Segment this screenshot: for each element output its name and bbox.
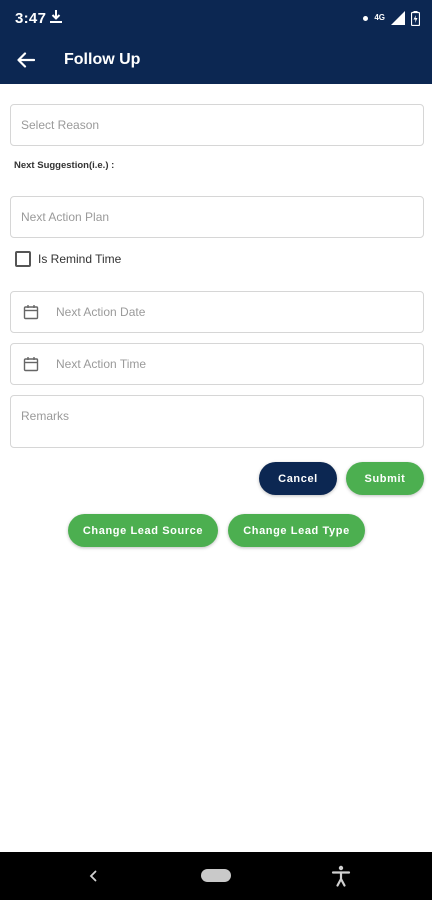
select-reason-dropdown[interactable]: Select Reason bbox=[10, 104, 424, 146]
calendar-icon bbox=[23, 305, 39, 320]
arrow-left-icon bbox=[17, 52, 35, 68]
status-time: 3:47 bbox=[15, 10, 47, 27]
remarks-placeholder: Remarks bbox=[21, 409, 70, 423]
submit-button[interactable]: Submit bbox=[346, 462, 424, 495]
chevron-left-icon[interactable] bbox=[86, 868, 100, 884]
next-action-plan-input[interactable]: Next Action Plan bbox=[10, 196, 424, 238]
signal-icon bbox=[391, 11, 405, 25]
select-reason-placeholder: Select Reason bbox=[21, 118, 100, 132]
download-icon bbox=[50, 10, 62, 23]
status-indicators: 4G bbox=[363, 8, 420, 28]
notification-dot-icon bbox=[363, 15, 369, 21]
back-button[interactable] bbox=[14, 48, 38, 72]
next-action-time-input[interactable]: Next Action Time bbox=[10, 343, 424, 385]
cancel-button[interactable]: Cancel bbox=[259, 462, 337, 495]
next-action-time-placeholder: Next Action Time bbox=[56, 357, 147, 371]
network-type: 4G bbox=[374, 13, 385, 22]
change-lead-type-button[interactable]: Change Lead Type bbox=[228, 514, 365, 547]
accessibility-icon[interactable] bbox=[331, 865, 351, 887]
calendar-icon bbox=[23, 357, 39, 372]
system-nav-bar bbox=[0, 852, 432, 900]
next-action-date-input[interactable]: Next Action Date bbox=[10, 291, 424, 333]
change-lead-source-button[interactable]: Change Lead Source bbox=[68, 514, 218, 547]
status-bar: 3:47 4G bbox=[0, 0, 432, 36]
remind-time-checkbox[interactable] bbox=[15, 251, 31, 267]
remind-time-toggle[interactable]: Is Remind Time bbox=[15, 251, 121, 267]
next-action-plan-placeholder: Next Action Plan bbox=[21, 210, 110, 224]
battery-icon bbox=[411, 10, 420, 26]
remind-time-label: Is Remind Time bbox=[38, 252, 122, 266]
remarks-textarea[interactable]: Remarks bbox=[10, 395, 424, 448]
page-title: Follow Up bbox=[64, 51, 141, 68]
app-bar: Follow Up bbox=[0, 36, 432, 84]
next-action-date-placeholder: Next Action Date bbox=[56, 305, 146, 319]
next-suggestion-label: Next Suggestion(i.e.) : bbox=[14, 160, 115, 171]
home-button[interactable] bbox=[201, 869, 231, 882]
